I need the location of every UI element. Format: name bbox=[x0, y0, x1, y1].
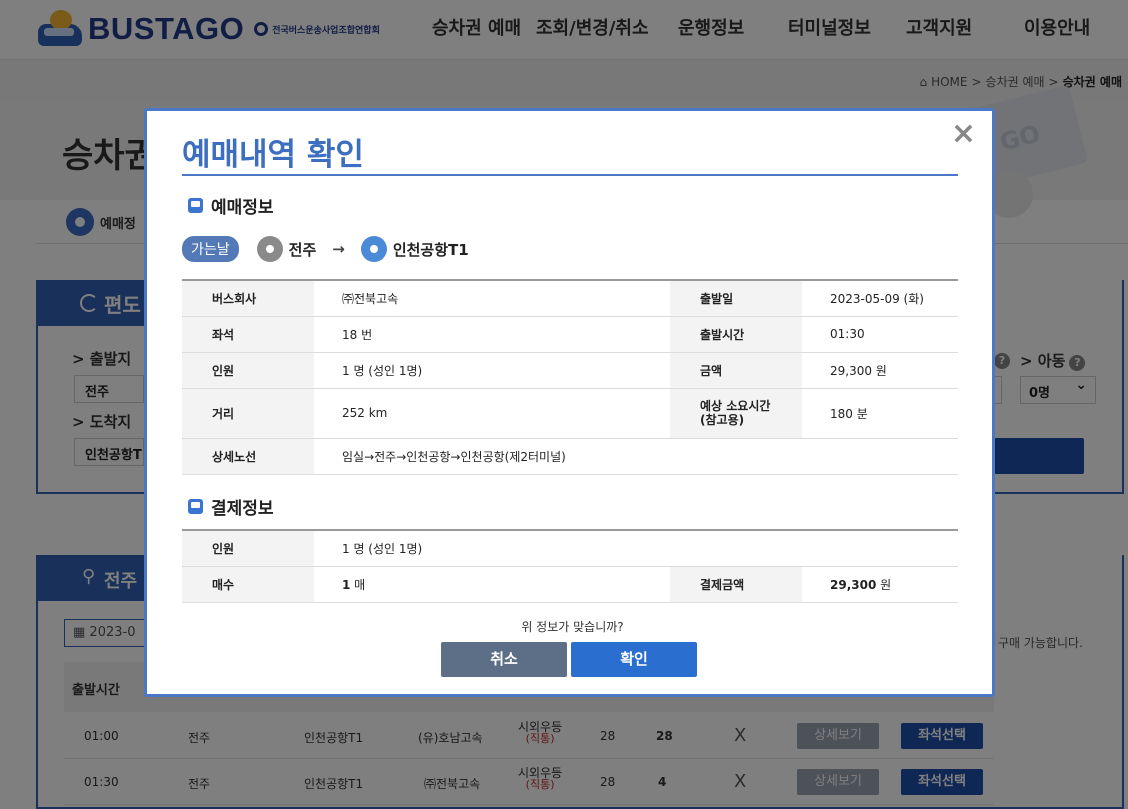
modal-title: 예매내역 확인 bbox=[182, 137, 364, 173]
payment-info-table: 인원 1 명 (성인 1명) 매수 1 매 결제금액 29,300 원 bbox=[182, 529, 958, 603]
date-value: 2023-05-09 (화) bbox=[802, 279, 958, 317]
route-value: 임실→전주→인천공항→인천공항(제2터미널) bbox=[314, 437, 958, 475]
table-row: 인원 1 명 (성인 1명) 금액 29,300 원 bbox=[182, 351, 958, 389]
close-icon[interactable]: × bbox=[951, 119, 976, 149]
pay-people-value: 1 명 (성인 1명) bbox=[314, 529, 958, 567]
seat-value: 18 번 bbox=[314, 315, 670, 353]
booking-info-heading: 예매정보 bbox=[188, 193, 274, 218]
table-row: 인원 1 명 (성인 1명) bbox=[182, 529, 958, 567]
table-row: 거리 252 km 예상 소요시간 (참고용) 180 분 bbox=[182, 387, 958, 439]
payment-info-heading: 결제정보 bbox=[188, 494, 274, 519]
seat-label: 좌석 bbox=[182, 315, 314, 353]
people-value: 1 명 (성인 1명) bbox=[314, 351, 670, 389]
pay-amount-label: 결제금액 bbox=[670, 565, 802, 603]
confirm-question: 위 정보가 맞습니까? bbox=[521, 620, 624, 634]
pay-amount-value: 29,300 원 bbox=[802, 565, 958, 603]
bus-icon bbox=[188, 499, 203, 514]
table-row: 좌석 18 번 출발시간 01:30 bbox=[182, 315, 958, 353]
confirm-button[interactable]: 확인 bbox=[571, 642, 697, 677]
time-value: 01:30 bbox=[802, 315, 958, 353]
arrow-right-icon: → bbox=[332, 240, 345, 258]
date-label: 출발일 bbox=[670, 279, 802, 317]
title-divider bbox=[182, 174, 958, 176]
distance-value: 252 km bbox=[314, 387, 670, 439]
distance-label: 거리 bbox=[182, 387, 314, 439]
duration-value: 180 분 bbox=[802, 387, 958, 439]
booking-confirm-modal: × 예매내역 확인 예매정보 가는날 전주 → 인천공항T1 버스회사 ㈜전북고… bbox=[144, 108, 995, 697]
ticket-count-value: 1 매 bbox=[314, 565, 670, 603]
trip-badge: 가는날 bbox=[182, 236, 239, 262]
origin-pin-icon bbox=[256, 236, 283, 262]
time-label: 출발시간 bbox=[670, 315, 802, 353]
destination-pin-icon bbox=[360, 236, 387, 262]
ticket-count-label: 매수 bbox=[182, 565, 314, 603]
trip-route: 가는날 전주 → 인천공항T1 bbox=[182, 236, 469, 262]
route-label: 상세노선 bbox=[182, 437, 314, 475]
origin-name: 전주 bbox=[288, 240, 317, 259]
duration-label: 예상 소요시간 (참고용) bbox=[670, 387, 802, 439]
destination-name: 인천공항T1 bbox=[392, 240, 469, 259]
table-row: 버스회사 ㈜전북고속 출발일 2023-05-09 (화) bbox=[182, 279, 958, 317]
booking-info-table: 버스회사 ㈜전북고속 출발일 2023-05-09 (화) 좌석 18 번 출발… bbox=[182, 279, 958, 475]
price-label: 금액 bbox=[670, 351, 802, 389]
company-value: ㈜전북고속 bbox=[314, 279, 670, 317]
table-row: 상세노선 임실→전주→인천공항→인천공항(제2터미널) bbox=[182, 437, 958, 475]
pay-people-label: 인원 bbox=[182, 529, 314, 567]
people-label: 인원 bbox=[182, 351, 314, 389]
price-value: 29,300 원 bbox=[802, 351, 958, 389]
bus-icon bbox=[188, 198, 203, 213]
company-label: 버스회사 bbox=[182, 279, 314, 317]
table-row: 매수 1 매 결제금액 29,300 원 bbox=[182, 565, 958, 603]
cancel-button[interactable]: 취소 bbox=[441, 642, 567, 677]
